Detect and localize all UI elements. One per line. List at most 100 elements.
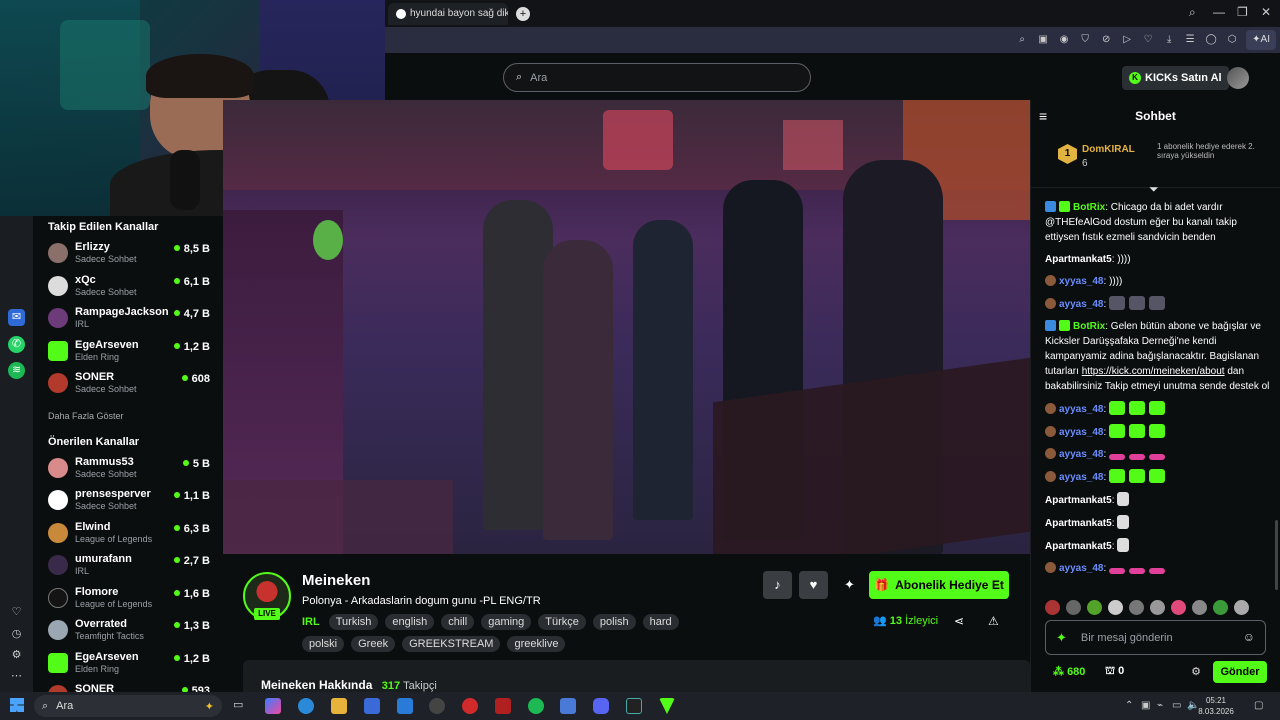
restore-icon[interactable]: ❐ <box>1237 5 1248 19</box>
sidebar-channel[interactable]: prensesperver Sadece Sohbet 1,1 B <box>33 485 223 518</box>
menu-icon[interactable]: ☰ <box>1180 31 1200 49</box>
chat-username[interactable]: BotRix <box>1073 321 1105 332</box>
tray-app-icon[interactable]: ▣ <box>1141 700 1150 711</box>
history-icon[interactable]: ◷ <box>8 626 25 643</box>
kicks-buy-button[interactable]: K KICKs Satın Al <box>1122 66 1229 90</box>
discord-icon[interactable] <box>593 698 609 714</box>
notification-bell-button[interactable]: ♪ <box>763 571 792 599</box>
channel-points[interactable]: ⁂ 680 <box>1053 665 1085 678</box>
edge-icon[interactable] <box>298 698 314 714</box>
store-icon[interactable] <box>364 698 380 714</box>
tray-chevron-icon[interactable]: ⌃ <box>1125 700 1133 711</box>
spotify-icon[interactable] <box>528 698 544 714</box>
ad-block-icon[interactable]: ⊘ <box>1096 31 1116 49</box>
app-icon[interactable] <box>626 698 642 714</box>
sidebar-channel[interactable]: umurafann IRL 2,7 B <box>33 550 223 583</box>
tag[interactable]: chill <box>441 614 475 630</box>
emote[interactable] <box>1087 600 1102 615</box>
opera-icon[interactable] <box>462 698 478 714</box>
more-icon[interactable]: ⋯ <box>8 668 25 685</box>
emote[interactable] <box>1108 600 1123 615</box>
chat-scrollbar[interactable] <box>1275 520 1278 590</box>
app-icon[interactable] <box>429 698 445 714</box>
tag[interactable]: gaming <box>481 614 532 630</box>
usb-icon[interactable]: ⌁ <box>1157 700 1163 711</box>
category-link[interactable]: IRL <box>302 614 320 630</box>
chat-input[interactable]: ✦ Bir mesaj gönderin ☺ <box>1045 620 1266 655</box>
show-more-link[interactable]: Daha Fazla Göster <box>33 401 223 431</box>
chat-settings-icon[interactable]: ⚙ <box>1191 665 1201 678</box>
tag[interactable]: Turkish <box>328 614 379 630</box>
share-icon[interactable]: ⋖ <box>954 614 964 628</box>
chat-username[interactable]: ayyas_48 <box>1059 427 1104 438</box>
settings-icon[interactable]: ⚙ <box>8 647 25 664</box>
chat-username[interactable]: ayyas_48 <box>1059 449 1104 460</box>
vpn-icon[interactable]: ⛉ <box>1075 31 1095 49</box>
taskbar-clock[interactable]: 05:21 8.03.2026 <box>1196 695 1236 717</box>
emote[interactable] <box>1213 600 1228 615</box>
search-tabs-icon[interactable]: ⌕ <box>1189 5 1196 20</box>
app-icon[interactable] <box>659 698 675 714</box>
browser-tab[interactable]: hyundai bayon sağ dikiz ayna <box>388 2 508 25</box>
ai-button[interactable]: ✦AI <box>1246 30 1276 50</box>
tag[interactable]: GREEKSTREAM <box>402 636 501 652</box>
chat-username[interactable]: xyyas_48 <box>1059 276 1104 287</box>
gift-subscription-button[interactable]: 🎁 Abonelik Hediye Et <box>869 571 1009 599</box>
heart-icon[interactable]: ♡ <box>1138 31 1158 49</box>
tag[interactable]: Türkçe <box>538 614 586 630</box>
notifications-icon[interactable]: ▢ <box>1254 700 1263 711</box>
tag[interactable]: english <box>385 614 435 630</box>
new-tab-icon[interactable]: + <box>516 6 530 21</box>
pinned-user[interactable]: DomKIRAL <box>1082 144 1135 155</box>
kicks-balance[interactable]: ⛫ 0 <box>1105 665 1124 679</box>
sidebar-channel[interactable]: EgeArseven Elden Ring 1,2 B <box>33 336 223 369</box>
emote[interactable] <box>1150 600 1165 615</box>
sidebar-channel[interactable]: Overrated Teamfight Tactics 1,3 B <box>33 615 223 648</box>
file-explorer-icon[interactable] <box>331 698 347 714</box>
camera-icon[interactable]: ◉ <box>1054 31 1074 49</box>
download-icon[interactable]: ⤓ <box>1159 31 1179 49</box>
sidebar-channel[interactable]: Flomore League of Legends 1,6 B <box>33 583 223 616</box>
chat-filter-icon[interactable]: ⏷ <box>1149 182 1159 197</box>
app-icon[interactable] <box>560 698 576 714</box>
collapse-chat-icon[interactable]: ≡ <box>1039 108 1047 124</box>
close-window-icon[interactable]: ✕ <box>1261 5 1271 19</box>
tag[interactable]: Greek <box>351 636 396 652</box>
chat-username[interactable]: ayyas_48 <box>1059 563 1104 574</box>
sidebar-channel[interactable]: Elwind League of Legends 6,3 B <box>33 518 223 551</box>
tag[interactable]: hard <box>642 614 679 630</box>
app-icon[interactable] <box>495 698 511 714</box>
zoom-icon[interactable]: ⌕ <box>1012 31 1032 49</box>
emote[interactable] <box>1192 600 1207 615</box>
chat-username[interactable]: BotRix <box>1073 202 1105 213</box>
chat-link[interactable]: https://kick.com/meineken/about <box>1082 366 1225 377</box>
emote[interactable] <box>1129 600 1144 615</box>
report-icon[interactable]: ⚠ <box>988 614 999 628</box>
minimize-icon[interactable]: — <box>1213 5 1225 19</box>
emoji-icon[interactable]: ☺ <box>1243 630 1255 644</box>
emote[interactable] <box>1066 600 1081 615</box>
emote[interactable] <box>1171 600 1186 615</box>
search-input[interactable]: ⌕ Ara <box>503 63 811 92</box>
sparkle-button[interactable]: ✦ <box>835 571 864 599</box>
user-avatar[interactable] <box>1227 67 1249 89</box>
network-icon[interactable]: ▭ <box>1172 700 1181 711</box>
send-button[interactable]: Gönder <box>1213 661 1267 683</box>
chat-username[interactable]: Apartmankat5 <box>1045 541 1112 552</box>
task-view-icon[interactable]: ▭ <box>233 698 249 714</box>
taskbar-search[interactable]: ⌕ Ara ✦ <box>34 695 222 717</box>
chat-username[interactable]: Apartmankat5 <box>1045 495 1112 506</box>
sidebar-channel[interactable]: xQc Sadece Sohbet 6,1 B <box>33 271 223 304</box>
whatsapp-icon[interactable]: ✆ <box>8 336 25 353</box>
screenshot-icon[interactable]: ▣ <box>1033 31 1053 49</box>
copilot-icon[interactable] <box>265 698 281 714</box>
player-icon[interactable]: ▷ <box>1117 31 1137 49</box>
mail-icon[interactable] <box>397 698 413 714</box>
sidebar-channel[interactable]: SONER Sadece Sohbet 608 <box>33 368 223 401</box>
sidebar-channel[interactable]: SONER 593 <box>33 680 223 692</box>
chat-username[interactable]: ayyas_48 <box>1059 404 1104 415</box>
spotify-icon[interactable]: ≋ <box>8 362 25 379</box>
chat-username[interactable]: Apartmankat5 <box>1045 518 1112 529</box>
favorites-icon[interactable]: ♡ <box>8 604 25 621</box>
messenger-icon[interactable]: ✉ <box>8 309 25 326</box>
